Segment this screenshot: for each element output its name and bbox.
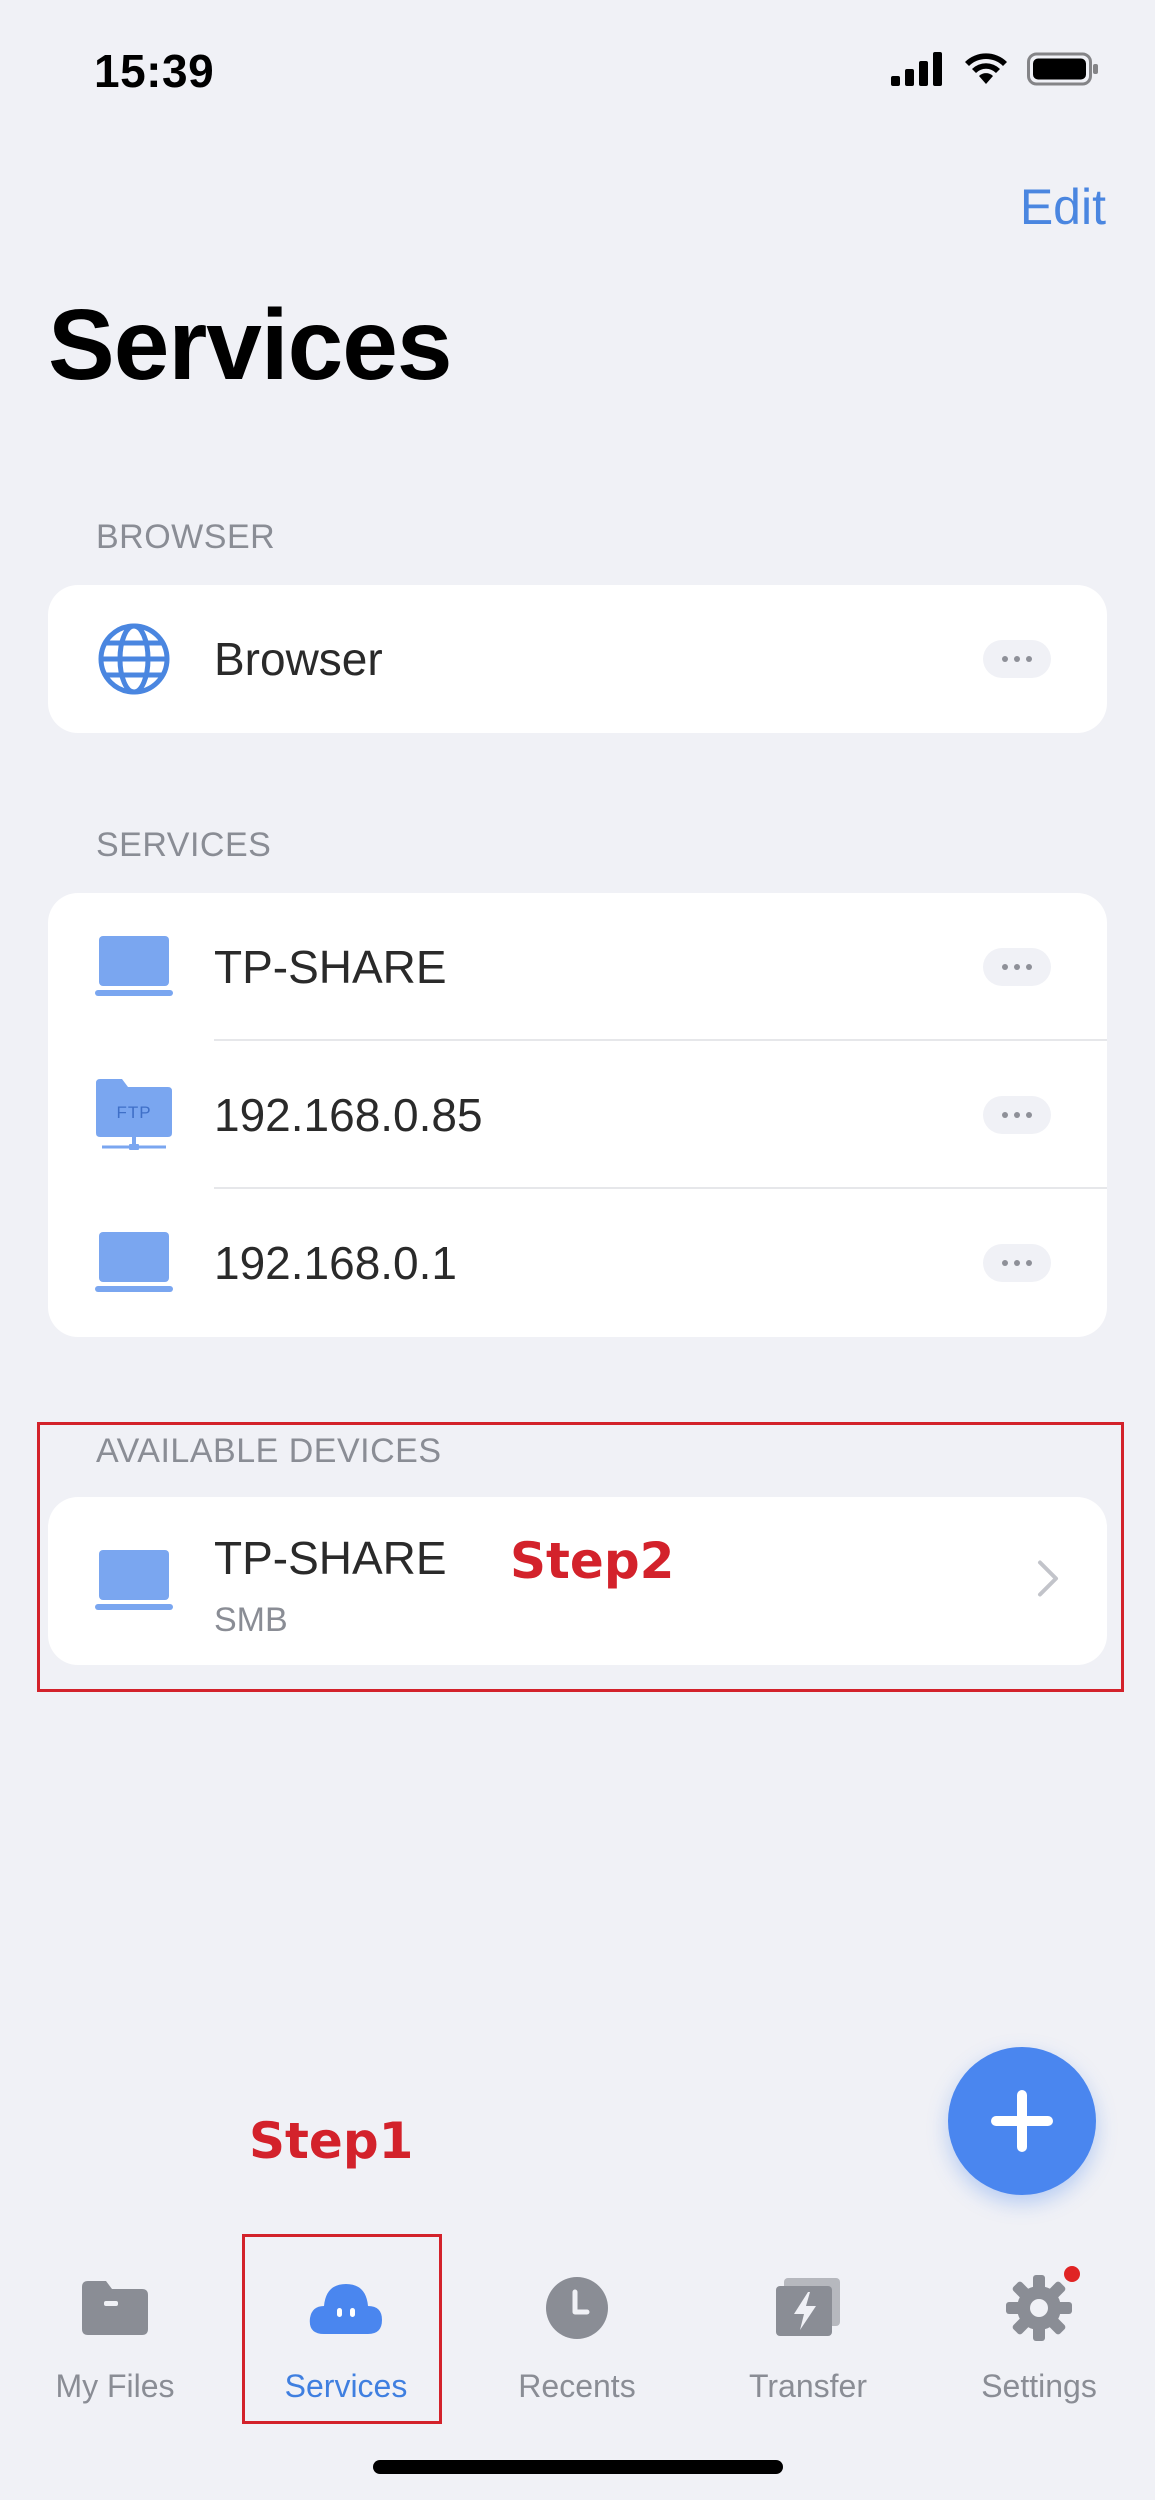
browser-card: Browser bbox=[48, 585, 1107, 733]
transfer-icon bbox=[774, 2270, 842, 2346]
battery-icon bbox=[1027, 52, 1098, 86]
plus-icon bbox=[991, 2090, 1053, 2152]
laptop-icon bbox=[92, 925, 176, 1009]
laptop-icon bbox=[92, 1539, 176, 1623]
ftp-icon-text: FTP bbox=[116, 1103, 152, 1122]
edit-button[interactable]: Edit bbox=[1020, 178, 1106, 236]
wifi-icon bbox=[965, 53, 1007, 84]
step1-highlight-box bbox=[242, 2234, 442, 2424]
device-protocol: SMB bbox=[214, 1601, 288, 1639]
services-card: TP-SHARE FTP 192.168.0.85 192.168.0.1 bbox=[48, 893, 1107, 1337]
step1-annotation: Step1 bbox=[249, 2112, 414, 2170]
folder-icon bbox=[82, 2270, 148, 2346]
notification-badge bbox=[1064, 2266, 1080, 2282]
section-label-services: SERVICES bbox=[96, 826, 272, 864]
tab-settings[interactable]: Settings bbox=[939, 2230, 1139, 2430]
tab-recents[interactable]: Recents bbox=[477, 2230, 677, 2430]
signal-icon bbox=[891, 52, 942, 86]
tab-label: Settings bbox=[981, 2368, 1097, 2404]
section-label-available-devices: AVAILABLE DEVICES bbox=[96, 1432, 442, 1470]
step2-annotation: Step2 bbox=[510, 1532, 675, 1590]
more-options-button[interactable] bbox=[983, 640, 1051, 678]
more-options-button[interactable] bbox=[983, 1244, 1051, 1282]
gear-icon bbox=[1006, 2266, 1080, 2346]
service-row-tp-share[interactable]: TP-SHARE bbox=[48, 893, 1107, 1041]
tab-label: Transfer bbox=[749, 2368, 867, 2404]
clock-icon bbox=[545, 2270, 609, 2346]
tab-label: Recents bbox=[518, 2368, 636, 2404]
service-row-ftp[interactable]: FTP 192.168.0.85 bbox=[48, 1041, 1107, 1189]
more-options-button[interactable] bbox=[983, 1096, 1051, 1134]
tab-transfer[interactable]: Transfer bbox=[708, 2230, 908, 2430]
service-label: TP-SHARE bbox=[214, 941, 447, 993]
laptop-icon bbox=[92, 1221, 176, 1305]
globe-icon bbox=[92, 617, 176, 701]
service-label: 192.168.0.1 bbox=[214, 1237, 458, 1289]
more-options-button[interactable] bbox=[983, 948, 1051, 986]
status-time: 15:39 bbox=[94, 45, 215, 97]
chevron-right-icon bbox=[1037, 1560, 1059, 1603]
section-label-browser: BROWSER bbox=[96, 518, 276, 556]
tab-my-files[interactable]: My Files bbox=[15, 2230, 215, 2430]
services-screen: 15:39 Edit Services BROWSER Browser SERV… bbox=[0, 0, 1155, 2500]
status-icons bbox=[891, 52, 1099, 86]
home-indicator bbox=[373, 2460, 783, 2474]
page-title: Services bbox=[48, 289, 452, 401]
service-label: 192.168.0.85 bbox=[214, 1089, 483, 1141]
service-row-browser[interactable]: Browser bbox=[48, 585, 1107, 733]
service-label: Browser bbox=[214, 633, 383, 685]
tab-label: My Files bbox=[55, 2368, 175, 2404]
device-label: TP-SHARE bbox=[214, 1532, 447, 1584]
add-service-button[interactable] bbox=[948, 2047, 1096, 2195]
service-row-192-168-0-1[interactable]: 192.168.0.1 bbox=[48, 1189, 1107, 1337]
tab-bar: My Files Services Recents Transfer Setti… bbox=[0, 2230, 1155, 2430]
ftp-folder-icon: FTP bbox=[92, 1073, 176, 1157]
